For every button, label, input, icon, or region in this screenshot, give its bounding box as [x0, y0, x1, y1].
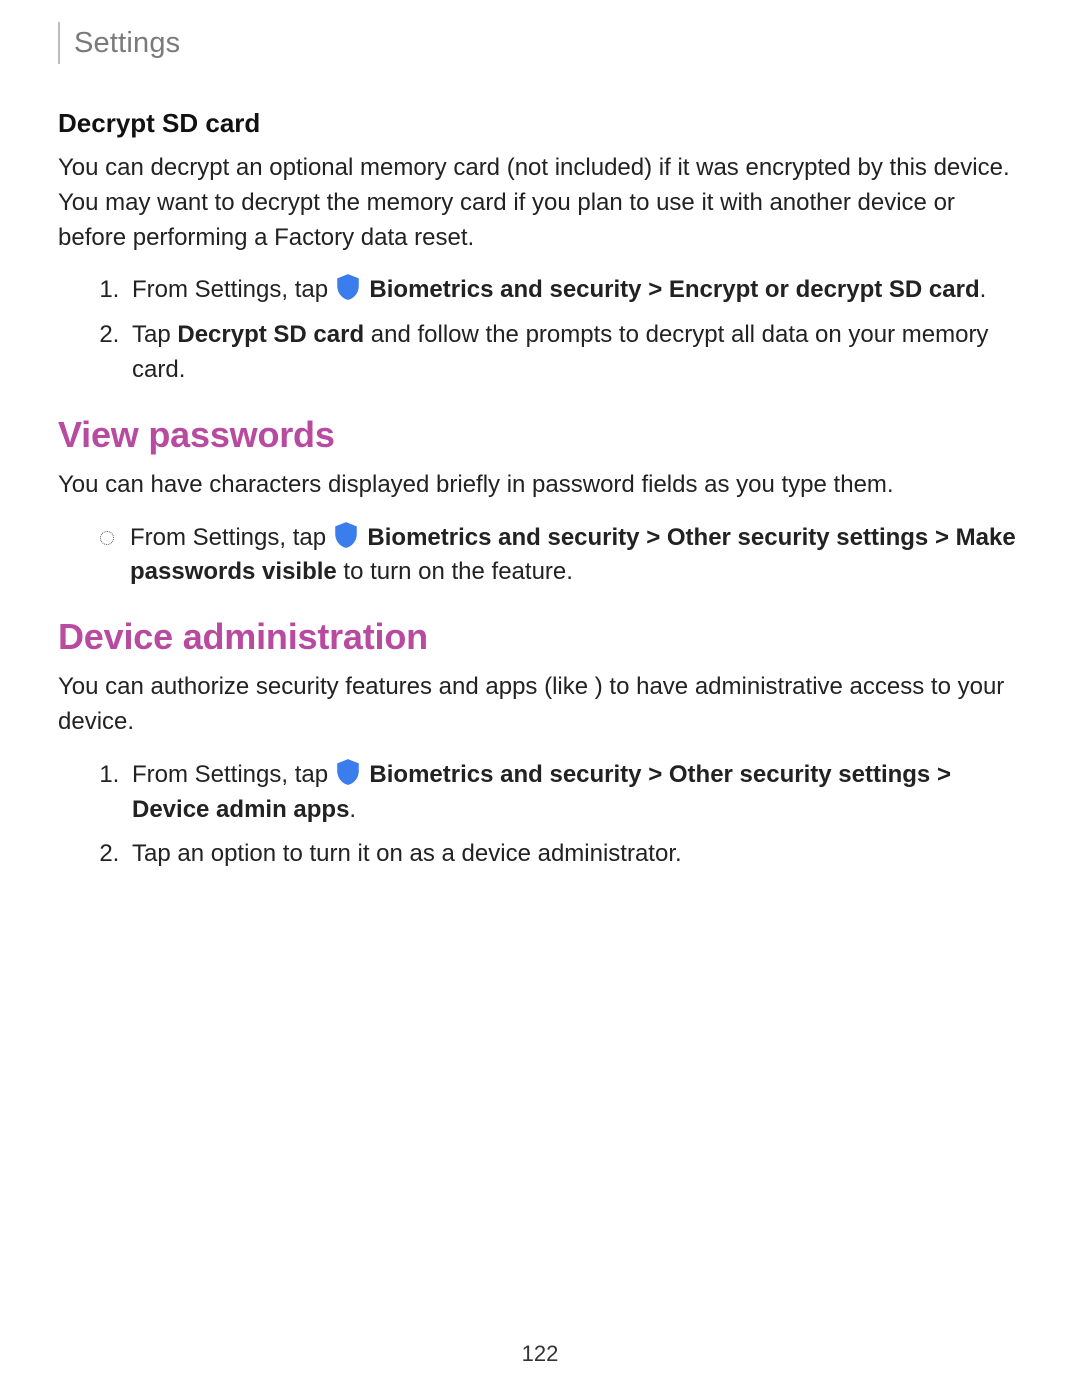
- step-2: Tap Decrypt SD card and follow the promp…: [126, 318, 1022, 388]
- page-header: Settings: [58, 22, 1022, 64]
- step-text: Tap: [132, 321, 177, 348]
- step-2: Tap an option to turn it on as a device …: [126, 837, 1022, 872]
- shield-icon: [333, 521, 359, 549]
- step-text: From Settings, tap: [132, 761, 335, 788]
- intro-view-passwords: You can have characters displayed briefl…: [58, 468, 1022, 503]
- step-1: From Settings, tap Biometrics and securi…: [126, 273, 1022, 308]
- heading-device-admin: Device administration: [58, 616, 1022, 658]
- heading-decrypt-sd: Decrypt SD card: [58, 108, 1022, 139]
- steps-device-admin: From Settings, tap Biometrics and securi…: [58, 758, 1022, 872]
- section-view-passwords: View passwords You can have characters d…: [58, 414, 1022, 590]
- intro-device-admin: You can authorize security features and …: [58, 670, 1022, 740]
- intro-decrypt-sd: You can decrypt an optional memory card …: [58, 151, 1022, 255]
- bullet-post: to turn on the feature.: [337, 558, 573, 585]
- shield-icon: [335, 758, 361, 786]
- section-decrypt-sd: Decrypt SD card You can decrypt an optio…: [58, 108, 1022, 388]
- step-text: From Settings, tap: [132, 276, 335, 303]
- step-post: .: [349, 796, 356, 823]
- shield-icon: [335, 273, 361, 301]
- bullet-pre: From Settings, tap: [130, 524, 333, 551]
- bullets-view-passwords: From Settings, tap Biometrics and securi…: [58, 521, 1022, 591]
- steps-decrypt-sd: From Settings, tap Biometrics and securi…: [58, 273, 1022, 387]
- header-title: Settings: [74, 27, 180, 60]
- bullet-1: From Settings, tap Biometrics and securi…: [100, 521, 1022, 591]
- step-post: .: [980, 276, 987, 303]
- heading-view-passwords: View passwords: [58, 414, 1022, 456]
- step-bold: Decrypt SD card: [177, 321, 364, 348]
- header-rule: [58, 22, 60, 64]
- step-1: From Settings, tap Biometrics and securi…: [126, 758, 1022, 828]
- section-device-admin: Device administration You can authorize …: [58, 616, 1022, 872]
- step-bold: Biometrics and security > Encrypt or dec…: [369, 276, 979, 303]
- page-number: 122: [0, 1341, 1080, 1367]
